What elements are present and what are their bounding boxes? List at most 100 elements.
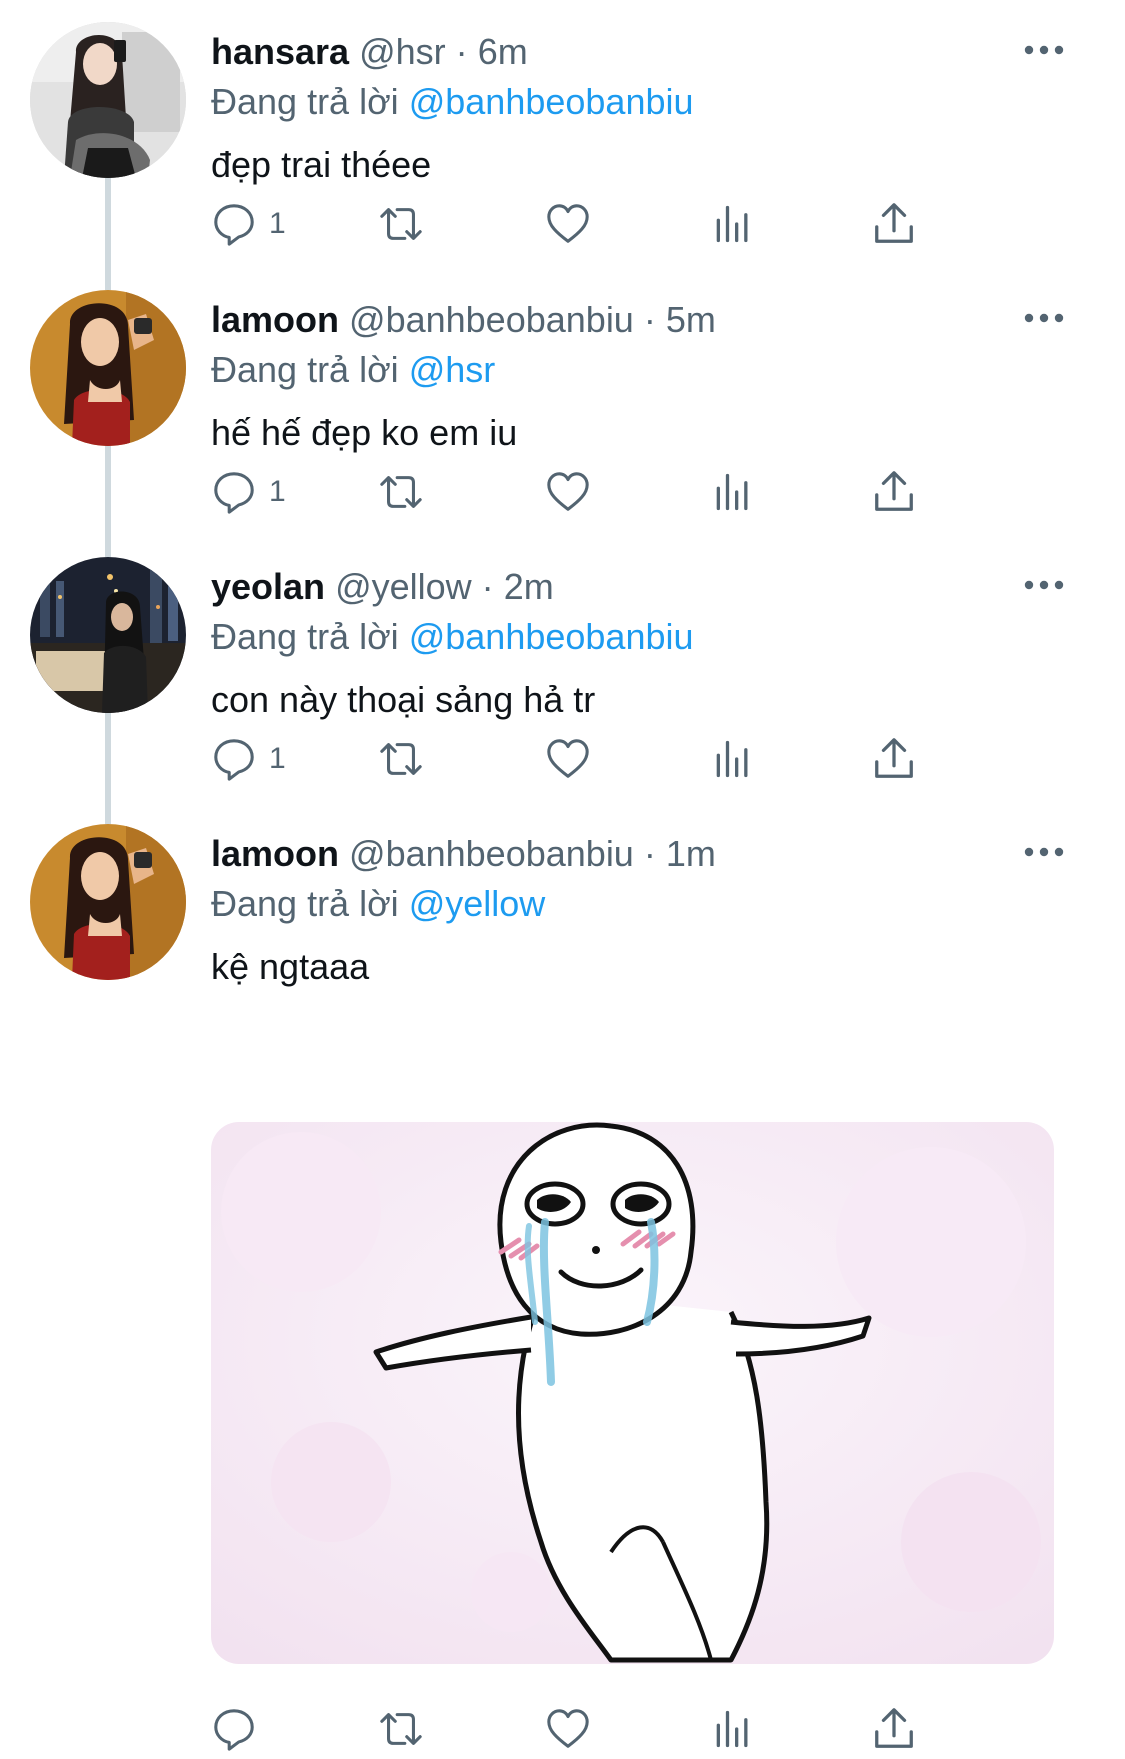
reply-icon	[211, 469, 257, 515]
tweet-header: hansara @hsr · 6m	[211, 30, 975, 74]
tweet[interactable]: lamoon @banhbeobanbiu · 1m Đang trả lời …	[0, 824, 1125, 1759]
tweet[interactable]: lamoon @banhbeobanbiu · 5m Đang trả lời …	[0, 290, 1125, 558]
action-bar: 1	[211, 462, 1031, 522]
more-horizontal-icon	[1023, 306, 1065, 330]
mention-link[interactable]: @yellow	[409, 883, 546, 924]
more-horizontal-icon	[1023, 840, 1065, 864]
like-button[interactable]	[544, 729, 592, 789]
user-handle[interactable]: @banhbeobanbiu	[349, 299, 634, 340]
heart-icon	[544, 1706, 592, 1752]
tweet-header: lamoon @banhbeobanbiu · 5m	[211, 298, 975, 342]
separator-dot: ·	[643, 833, 656, 874]
display-name[interactable]: hansara	[211, 31, 349, 72]
share-icon	[871, 1706, 917, 1752]
avatar[interactable]	[30, 557, 186, 713]
more-options-button[interactable]	[1023, 840, 1065, 864]
action-bar	[211, 1699, 1031, 1759]
share-button[interactable]	[871, 462, 917, 522]
replying-label: Đang trả lời	[211, 616, 399, 657]
reply-button[interactable]: 1	[211, 194, 286, 254]
tweet[interactable]: yeolan @yellow · 2m Đang trả lời @banhbe…	[0, 557, 1125, 825]
avatar[interactable]	[30, 22, 186, 178]
replying-to-line: Đang trả lời @banhbeobanbiu	[211, 615, 694, 659]
views-icon	[711, 202, 755, 246]
replying-to-line: Đang trả lời @hsr	[211, 348, 495, 392]
views-icon	[711, 737, 755, 781]
retweet-icon	[374, 736, 428, 782]
heart-icon	[544, 736, 592, 782]
retweet-button[interactable]	[374, 194, 428, 254]
reply-count: 1	[269, 475, 286, 508]
retweet-button[interactable]	[374, 462, 428, 522]
tweet-text: hế hế đẹp ko em iu	[211, 412, 518, 453]
reply-icon	[211, 201, 257, 247]
like-button[interactable]	[544, 194, 592, 254]
views-icon	[711, 470, 755, 514]
retweet-icon	[374, 1706, 428, 1752]
timestamp[interactable]: 1m	[666, 833, 716, 874]
display-name[interactable]: lamoon	[211, 299, 339, 340]
retweet-icon	[374, 469, 428, 515]
replying-label: Đang trả lời	[211, 883, 399, 924]
action-bar: 1	[211, 194, 1031, 254]
avatar[interactable]	[30, 290, 186, 446]
user-handle[interactable]: @banhbeobanbiu	[349, 833, 634, 874]
reply-button[interactable]: 1	[211, 462, 286, 522]
timestamp[interactable]: 6m	[478, 31, 528, 72]
like-button[interactable]	[544, 1699, 592, 1759]
more-horizontal-icon	[1023, 573, 1065, 597]
display-name[interactable]: lamoon	[211, 833, 339, 874]
separator-dot: ·	[643, 299, 656, 340]
reply-icon	[211, 736, 257, 782]
views-icon	[711, 1707, 755, 1751]
tweet[interactable]: hansara @hsr · 6m Đang trả lời @banhbeob…	[0, 22, 1125, 292]
like-button[interactable]	[544, 462, 592, 522]
replying-to-line: Đang trả lời @yellow	[211, 882, 545, 926]
tweet-text: con này thoại sảng hả tr	[211, 679, 596, 720]
heart-icon	[544, 201, 592, 247]
reply-icon	[211, 1706, 257, 1752]
share-icon	[871, 736, 917, 782]
views-button[interactable]	[711, 194, 755, 254]
reply-count: 1	[269, 207, 286, 240]
user-handle[interactable]: @yellow	[335, 566, 472, 607]
reply-button[interactable]: 1	[211, 729, 286, 789]
action-bar: 1	[211, 729, 1031, 789]
reply-thread: hansara @hsr · 6m Đang trả lời @banhbeob…	[0, 0, 1125, 1759]
display-name[interactable]: yeolan	[211, 566, 325, 607]
tweet-header: yeolan @yellow · 2m	[211, 565, 975, 609]
share-icon	[871, 201, 917, 247]
heart-icon	[544, 469, 592, 515]
share-button[interactable]	[871, 1699, 917, 1759]
share-icon	[871, 469, 917, 515]
retweet-button[interactable]	[374, 1699, 428, 1759]
views-button[interactable]	[711, 1699, 755, 1759]
separator-dot: ·	[481, 566, 494, 607]
tweet-header: lamoon @banhbeobanbiu · 1m	[211, 832, 975, 876]
more-options-button[interactable]	[1023, 38, 1065, 62]
timestamp[interactable]: 5m	[666, 299, 716, 340]
more-horizontal-icon	[1023, 38, 1065, 62]
retweet-button[interactable]	[374, 729, 428, 789]
views-button[interactable]	[711, 729, 755, 789]
separator-dot: ·	[455, 31, 468, 72]
avatar[interactable]	[30, 824, 186, 980]
share-button[interactable]	[871, 729, 917, 789]
meme-illustration	[211, 1122, 1054, 1664]
user-handle[interactable]: @hsr	[359, 31, 446, 72]
tweet-text: kệ ngtaaa	[211, 946, 370, 987]
mention-link[interactable]: @banhbeobanbiu	[409, 81, 694, 122]
attached-image[interactable]	[211, 1122, 1054, 1664]
share-button[interactable]	[871, 194, 917, 254]
replying-label: Đang trả lời	[211, 349, 399, 390]
views-button[interactable]	[711, 462, 755, 522]
retweet-icon	[374, 201, 428, 247]
tweet-text: đẹp trai théee	[211, 144, 432, 185]
more-options-button[interactable]	[1023, 573, 1065, 597]
mention-link[interactable]: @banhbeobanbiu	[409, 616, 694, 657]
more-options-button[interactable]	[1023, 306, 1065, 330]
mention-link[interactable]: @hsr	[409, 349, 496, 390]
reply-button[interactable]	[211, 1699, 269, 1759]
reply-count: 1	[269, 742, 286, 775]
timestamp[interactable]: 2m	[504, 566, 554, 607]
